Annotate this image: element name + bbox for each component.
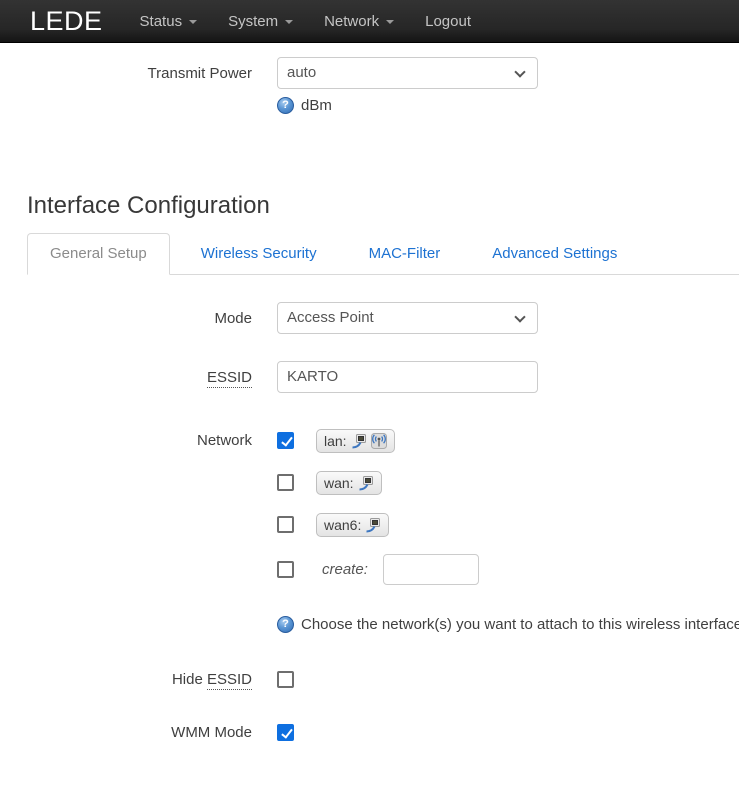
essid-row: ESSID: [0, 361, 739, 393]
tab-wireless-security[interactable]: Wireless Security: [180, 234, 338, 274]
ethernet-icon: [358, 475, 374, 491]
page-title: Interface Configuration: [27, 192, 739, 220]
essid-abbr: ESSID: [207, 369, 252, 388]
mode-row: Mode Access Point: [0, 302, 739, 334]
wan-badge-label: wan:: [324, 475, 354, 491]
tab-general-setup[interactable]: General Setup: [27, 233, 170, 275]
wan6-badge: wan6:: [316, 513, 389, 537]
tab-advanced-settings[interactable]: Advanced Settings: [471, 234, 638, 274]
nav-item-label: System: [228, 13, 278, 30]
mode-label: Mode: [0, 310, 252, 327]
network-option-create: create:: [277, 554, 479, 585]
create-network-input[interactable]: [383, 554, 479, 585]
transmit-power-value: auto: [278, 58, 537, 88]
essid-label: ESSID: [0, 369, 252, 386]
transmit-power-label: Transmit Power: [0, 65, 252, 82]
caret-down-icon: [386, 20, 394, 24]
nav-item-system[interactable]: System: [228, 13, 293, 30]
network-help-line: ? Choose the network(s) you want to atta…: [277, 616, 739, 633]
hide-essid-checkbox[interactable]: [277, 671, 294, 688]
lan-checkbox[interactable]: [277, 432, 294, 449]
essid-abbr: ESSID: [207, 671, 252, 690]
wmm-mode-label: WMM Mode: [0, 724, 252, 741]
wmm-mode-checkbox[interactable]: [277, 724, 294, 741]
mode-value: Access Point: [278, 303, 537, 333]
hide-essid-row: Hide ESSID: [0, 671, 739, 688]
caret-down-icon: [189, 20, 197, 24]
network-help-text: Choose the network(s) you want to attach…: [301, 616, 739, 633]
essid-field-wrap: [277, 361, 538, 393]
wmm-mode-row: WMM Mode: [0, 724, 739, 741]
ethernet-icon: [351, 433, 367, 449]
network-options: lan: wan:: [277, 428, 479, 585]
essid-input[interactable]: [278, 362, 537, 392]
transmit-power-unit: dBm: [301, 97, 332, 114]
network-option-wan: wan:: [277, 470, 479, 495]
nav-item-label: Network: [324, 13, 379, 30]
nav-item-logout[interactable]: Logout: [425, 13, 471, 30]
nav-item-status[interactable]: Status: [140, 13, 198, 30]
wan-checkbox[interactable]: [277, 474, 294, 491]
mode-select[interactable]: Access Point: [277, 302, 538, 334]
nav-item-label: Logout: [425, 13, 471, 30]
nav-item-label: Status: [140, 13, 183, 30]
wifi-icon: [371, 433, 387, 449]
hide-essid-label: Hide ESSID: [0, 671, 252, 688]
hide-essid-prefix: Hide: [172, 671, 207, 688]
transmit-power-unit-line: ? dBm: [277, 97, 739, 114]
tab-mac-filter[interactable]: MAC-Filter: [348, 234, 462, 274]
transmit-power-select[interactable]: auto: [277, 57, 538, 89]
ethernet-icon: [365, 517, 381, 533]
network-row: Network lan:: [0, 428, 739, 585]
lan-badge-label: lan:: [324, 433, 347, 449]
wan-badge: wan:: [316, 471, 382, 495]
brand-logo: LEDE: [30, 6, 103, 37]
lan-badge: lan:: [316, 429, 395, 453]
wan6-checkbox[interactable]: [277, 516, 294, 533]
caret-down-icon: [285, 20, 293, 24]
create-checkbox[interactable]: [277, 561, 294, 578]
help-icon: ?: [277, 616, 294, 633]
top-navbar: LEDE Status System Network Logout: [0, 0, 739, 43]
network-label: Network: [0, 428, 252, 453]
wan6-badge-label: wan6:: [324, 517, 361, 533]
tab-bar: General Setup Wireless Security MAC-Filt…: [27, 233, 739, 275]
create-label: create:: [322, 561, 368, 578]
network-option-wan6: wan6:: [277, 512, 479, 537]
nav-item-network[interactable]: Network: [324, 13, 394, 30]
transmit-power-row: Transmit Power auto: [0, 57, 739, 89]
nav-menu: Status System Network Logout: [140, 13, 471, 30]
help-icon: ?: [277, 97, 294, 114]
network-option-lan: lan:: [277, 428, 479, 453]
